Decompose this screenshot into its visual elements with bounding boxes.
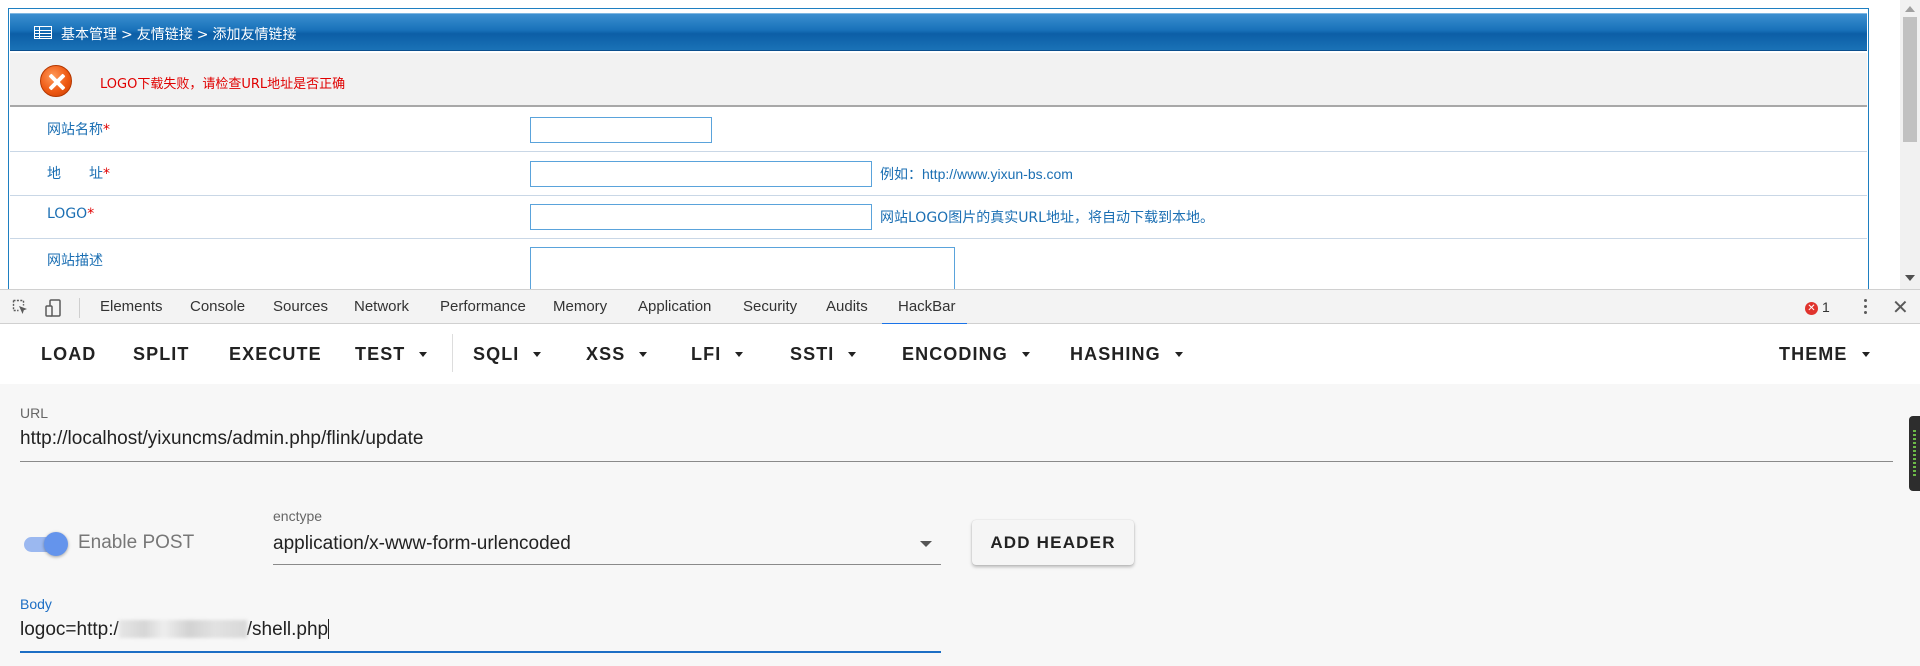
title-bar: 基本管理 > 友情链接 > 添加友情链接 <box>10 13 1867 51</box>
redacted-host <box>118 620 247 638</box>
enctype-underline <box>273 564 941 565</box>
chevron-down-icon <box>1861 352 1870 357</box>
url-input[interactable]: http://localhost/yixuncms/admin.php/flin… <box>20 428 423 450</box>
hackbar-toolbar: LOAD SPLIT EXECUTE TEST SQLI XSS LFI SST… <box>0 324 1920 384</box>
form-row-address: 地 址* 例如：http://www.yixun-bs.com <box>10 153 1867 196</box>
description-textarea[interactable] <box>530 247 955 289</box>
page-viewport: 基本管理 > 友情链接 > 添加友情链接 LOGO下载失败，请检查URL地址是否正确 网… <box>0 0 1920 289</box>
device-toolbar-icon[interactable] <box>45 299 63 317</box>
error-circle-icon: ✕ <box>1805 302 1818 315</box>
url-underline <box>20 461 1893 462</box>
toolbar-divider <box>452 334 453 372</box>
load-button[interactable]: LOAD <box>41 344 96 365</box>
tab-application[interactable]: Application <box>638 298 711 325</box>
error-icon <box>40 65 72 97</box>
error-count: 1 <box>1822 299 1830 315</box>
error-count-badge[interactable]: ✕ 1 <box>1805 299 1830 315</box>
inspect-element-icon[interactable] <box>12 299 28 315</box>
encoding-menu-button[interactable]: ENCODING <box>902 344 1030 365</box>
logo-label: LOGO* <box>47 206 95 222</box>
address-input[interactable] <box>530 161 872 187</box>
form-row-site-name: 网站名称* <box>10 109 1867 152</box>
hackbar-body: URL http://localhost/yixuncms/admin.php/… <box>0 384 1920 666</box>
xss-menu-button[interactable]: XSS <box>586 344 648 365</box>
content-frame: 基本管理 > 友情链接 > 添加友情链接 LOGO下载失败，请检查URL地址是否正确 网… <box>8 8 1869 289</box>
address-hint: 例如：http://www.yixun-bs.com <box>880 166 1073 183</box>
chevron-down-icon <box>419 352 428 357</box>
tab-network[interactable]: Network <box>354 298 409 325</box>
breadcrumb: 基本管理 > 友情链接 > 添加友情链接 <box>61 24 300 44</box>
chevron-down-icon <box>1021 352 1030 357</box>
tab-sources[interactable]: Sources <box>273 298 328 325</box>
execute-button[interactable]: EXECUTE <box>229 344 322 365</box>
test-menu-button[interactable]: TEST <box>355 344 428 365</box>
breadcrumb-separator: > <box>196 27 209 43</box>
body-underline <box>20 651 941 653</box>
body-input[interactable]: logoc=http:/ /shell.php <box>20 619 330 641</box>
body-text-suffix: /shell.php <box>246 619 329 640</box>
tab-elements[interactable]: Elements <box>100 298 163 325</box>
page-scrollbar[interactable] <box>1900 0 1920 289</box>
toggle-knob <box>44 532 68 556</box>
address-label: 地 址* <box>47 166 110 182</box>
chevron-down-icon <box>1174 352 1183 357</box>
sqli-menu-button[interactable]: SQLI <box>473 344 542 365</box>
tab-security[interactable]: Security <box>743 298 797 325</box>
breadcrumb-item-add-friend-link: 添加友情链接 <box>212 27 297 43</box>
dropdown-arrow-icon[interactable] <box>920 541 932 547</box>
logo-hint: 网站LOGO图片的真实URL地址，将自动下载到本地。 <box>880 210 1214 226</box>
split-button[interactable]: SPLIT <box>133 344 190 365</box>
hashing-menu-button[interactable]: HASHING <box>1070 344 1183 365</box>
scroll-thumb[interactable] <box>1903 17 1917 142</box>
side-widget-handle[interactable] <box>1909 416 1920 491</box>
table-icon <box>34 26 52 39</box>
enable-post-toggle[interactable] <box>22 530 70 558</box>
error-message: LOGO下载失败，请检查URL地址是否正确 <box>100 77 346 92</box>
form-row-description: 网站描述 <box>10 240 1867 289</box>
chevron-down-icon <box>735 352 744 357</box>
tab-memory[interactable]: Memory <box>553 298 607 325</box>
chevron-down-icon <box>848 352 857 357</box>
tab-performance[interactable]: Performance <box>440 298 526 325</box>
site-name-label: 网站名称* <box>47 122 110 138</box>
chevron-down-icon <box>533 352 542 357</box>
ssti-menu-button[interactable]: SSTI <box>790 344 857 365</box>
scroll-down-icon[interactable] <box>1905 275 1915 281</box>
text-cursor <box>328 619 330 639</box>
add-header-button[interactable]: ADD HEADER <box>972 520 1134 565</box>
description-label: 网站描述 <box>47 253 103 269</box>
error-banner: LOGO下载失败，请检查URL地址是否正确 <box>10 53 1867 107</box>
breadcrumb-item-basic-management[interactable]: 基本管理 <box>61 27 117 43</box>
scroll-up-icon[interactable] <box>1905 6 1915 12</box>
close-devtools-icon[interactable]: ✕ <box>1892 295 1909 319</box>
chevron-down-icon <box>639 352 648 357</box>
logo-input[interactable] <box>530 204 872 230</box>
tab-audits[interactable]: Audits <box>826 298 868 325</box>
form-row-logo: LOGO* 网站LOGO图片的真实URL地址，将自动下载到本地。 <box>10 196 1867 239</box>
tab-console[interactable]: Console <box>190 298 245 325</box>
site-name-input[interactable] <box>530 117 712 143</box>
devtools-tab-bar: Elements Console Sources Network Perform… <box>0 289 1920 325</box>
more-options-icon[interactable] <box>1858 296 1872 318</box>
theme-menu-button[interactable]: THEME <box>1779 344 1870 365</box>
enctype-select[interactable]: application/x-www-form-urlencoded <box>273 533 571 555</box>
body-text-prefix: logoc=http:/ <box>20 619 119 640</box>
tab-hackbar[interactable]: HackBar <box>882 298 967 325</box>
body-caption: Body <box>20 596 52 612</box>
enable-post-label[interactable]: Enable POST <box>78 532 194 554</box>
enctype-caption: enctype <box>273 508 323 524</box>
breadcrumb-separator: > <box>121 27 133 43</box>
toolbar-divider <box>79 298 80 318</box>
lfi-menu-button[interactable]: LFI <box>691 344 744 365</box>
breadcrumb-item-friend-links[interactable]: 友情链接 <box>137 27 193 43</box>
url-caption: URL <box>20 405 49 421</box>
